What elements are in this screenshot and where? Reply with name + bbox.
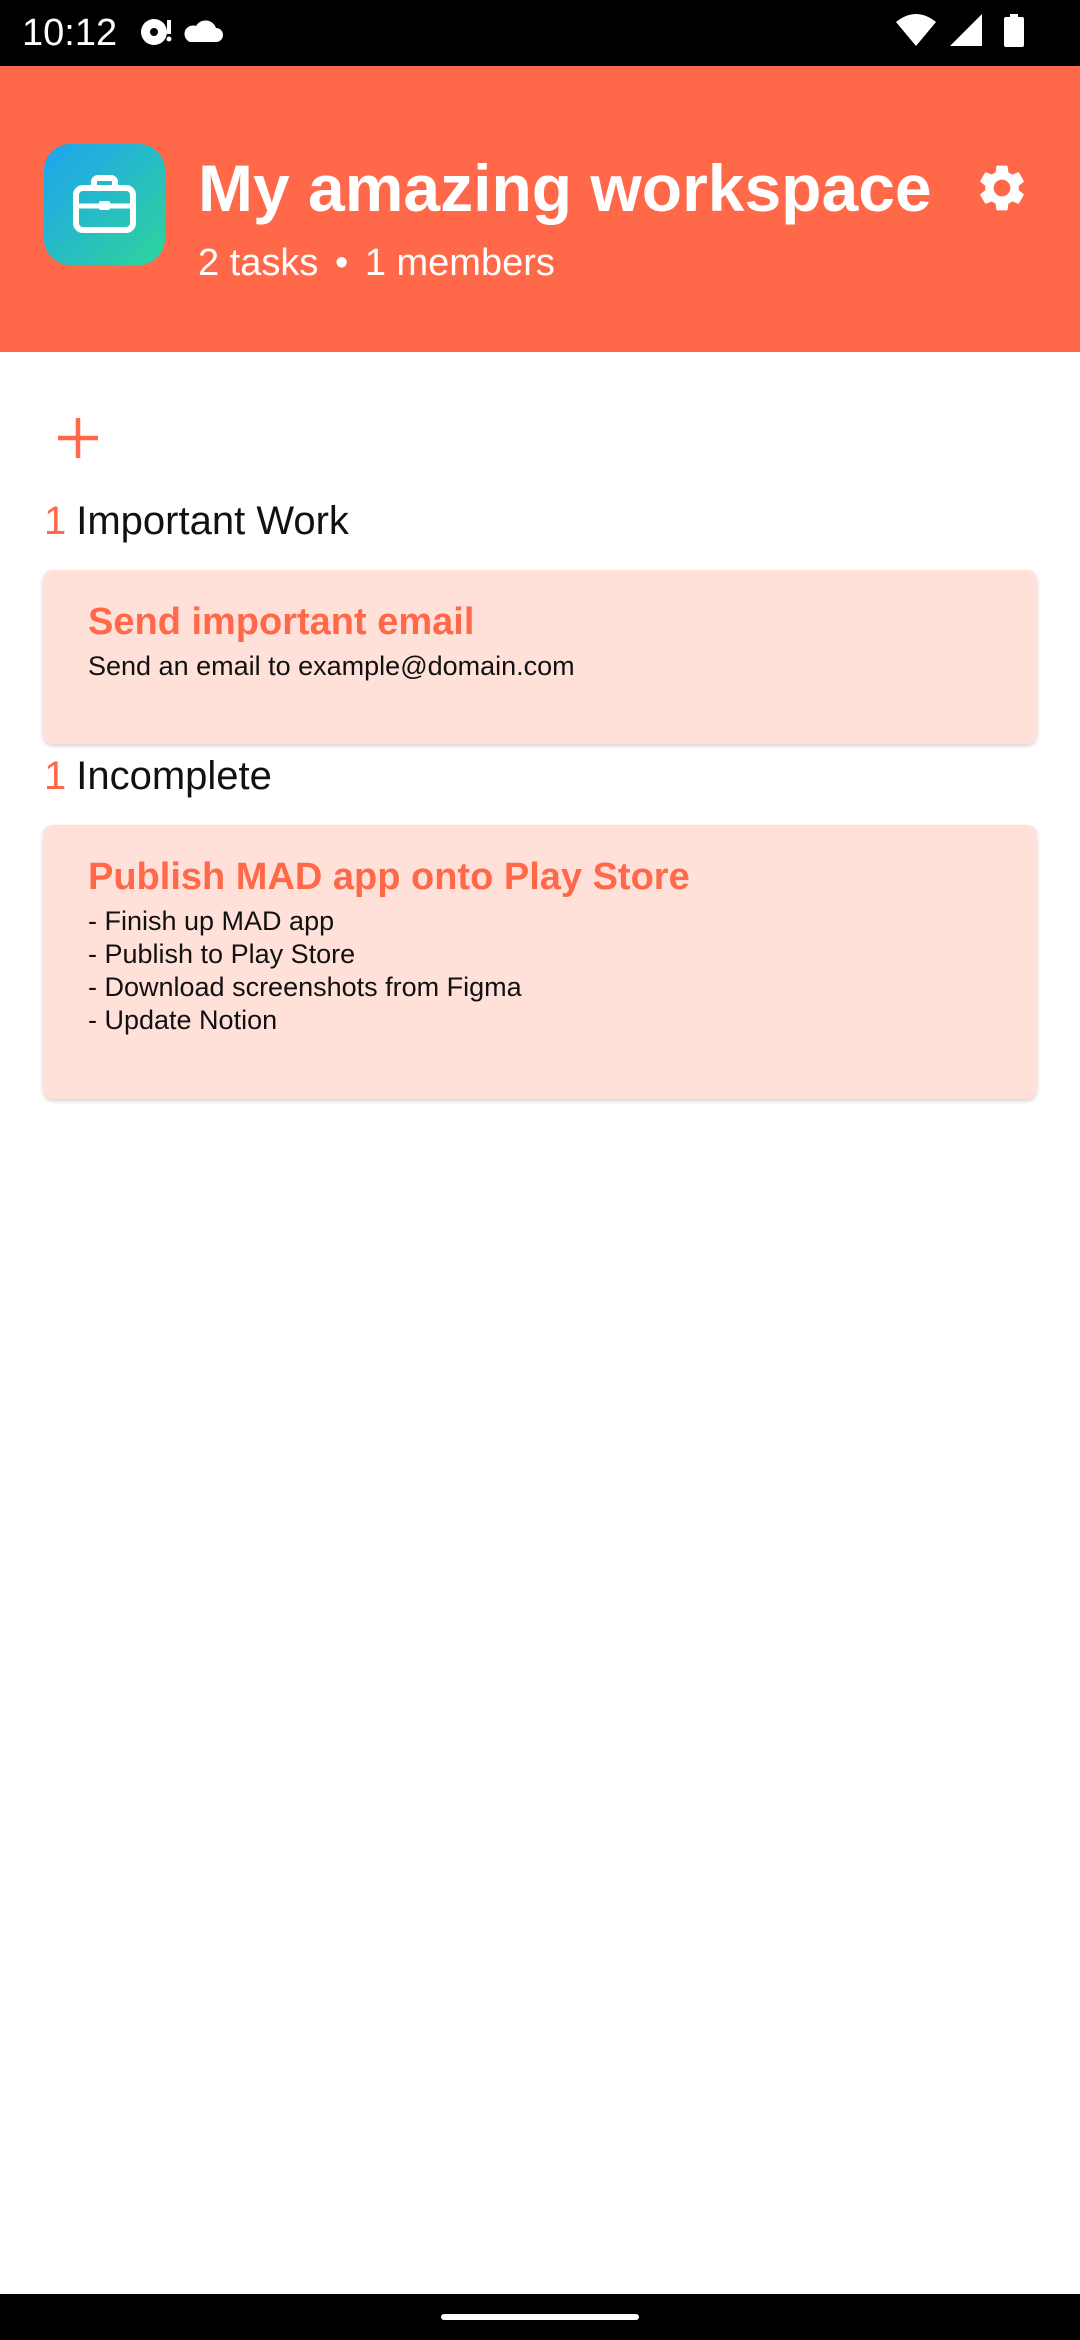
task-description-line: - Finish up MAD app (88, 906, 335, 936)
workspace-header: My amazing workspace 2 tasks • 1 members (0, 66, 1080, 352)
settings-button[interactable] (974, 160, 1030, 221)
plus-icon (58, 418, 98, 458)
status-time: 10:12 (22, 12, 118, 54)
section-count: 1 (44, 754, 67, 798)
task-card[interactable]: Publish MAD app onto Play Store - Finish… (43, 825, 1037, 1099)
status-bar: 10:12 (0, 0, 1080, 66)
briefcase-icon (73, 175, 136, 233)
cloud-icon (184, 20, 223, 42)
workspace-meta: 2 tasks • 1 members (198, 238, 555, 288)
gear-icon (980, 165, 1024, 211)
section-heading-incomplete: 1 Incomplete (44, 751, 272, 801)
task-description-line: Send an email to example@domain.com (88, 651, 575, 681)
section-name: Incomplete (76, 754, 272, 798)
section-count: 1 (44, 499, 67, 543)
task-card[interactable]: Send important email Send an email to ex… (43, 570, 1037, 744)
task-description-line: - Publish to Play Store (88, 939, 356, 969)
meta-separator: • (334, 242, 349, 284)
task-description-line: - Download screenshots from Figma (88, 972, 522, 1002)
wifi-icon (896, 14, 936, 46)
task-description-line: - Update Notion (88, 1005, 278, 1035)
workspace-avatar (44, 144, 165, 265)
task-description: - Finish up MAD app - Publish to Play St… (88, 905, 522, 1037)
add-task-button[interactable] (54, 414, 102, 462)
task-title: Send important email (88, 601, 475, 643)
task-title: Publish MAD app onto Play Store (88, 856, 690, 898)
task-count: 2 tasks (198, 242, 319, 284)
workspace-title: My amazing workspace (198, 151, 932, 225)
task-description: Send an email to example@domain.com (88, 650, 575, 683)
member-count: 1 members (364, 242, 555, 284)
status-left-icons (136, 14, 226, 55)
navigation-bar (0, 2294, 1080, 2340)
section-heading-important-work: 1 Important Work (44, 496, 349, 546)
section-name: Important Work (76, 499, 349, 543)
status-right-icons (894, 12, 1064, 57)
media-icon (141, 19, 172, 45)
battery-icon (1004, 14, 1024, 47)
home-gesture-handle[interactable] (441, 2314, 639, 2320)
signal-icon (950, 14, 982, 46)
